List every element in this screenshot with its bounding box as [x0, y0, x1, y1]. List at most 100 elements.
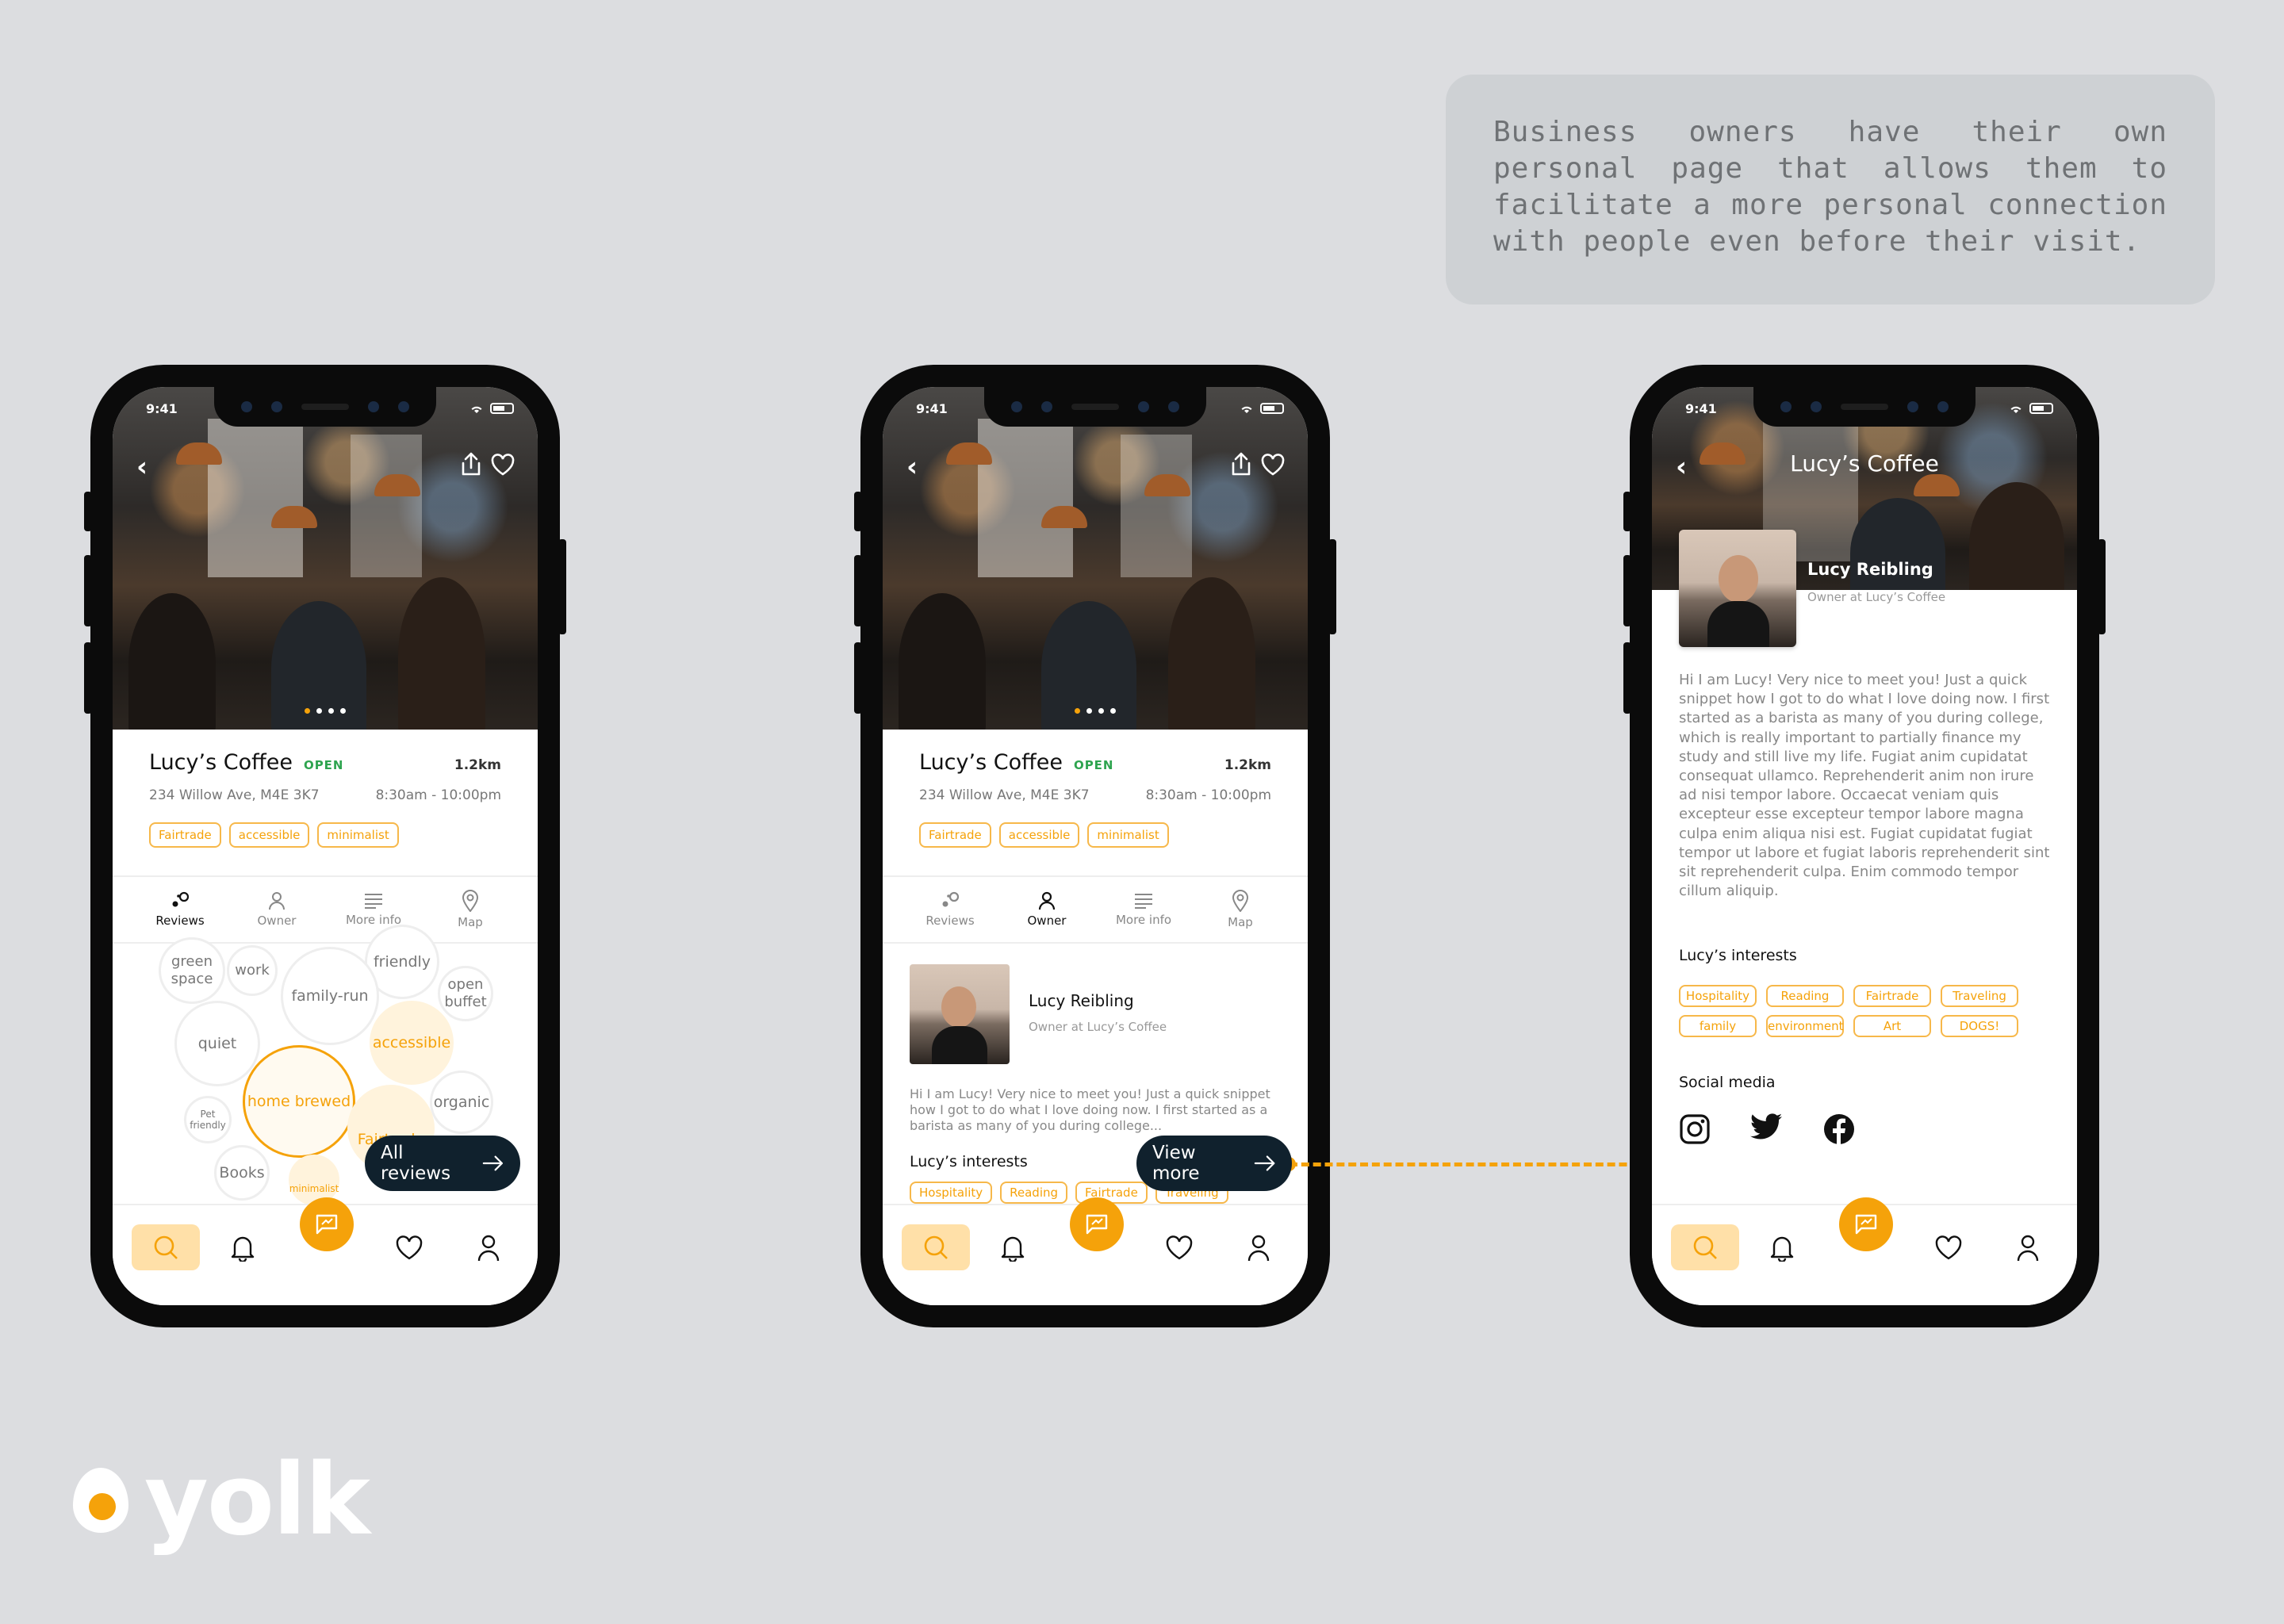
carousel-dots[interactable] — [1075, 708, 1116, 714]
distance: 1.2km — [454, 757, 501, 773]
person-icon — [1038, 891, 1056, 910]
tab-owner[interactable]: Owner — [1003, 877, 1090, 942]
nav-notifications[interactable] — [989, 1224, 1037, 1272]
interest-tag[interactable]: Hospitality — [910, 1182, 993, 1204]
social-title: Social media — [1679, 1074, 1776, 1091]
bubble[interactable]: family-run — [281, 947, 379, 1045]
nav-favorites[interactable] — [1925, 1224, 1972, 1272]
view-more-label: View more — [1152, 1143, 1200, 1184]
tab-label: Reviews — [925, 914, 975, 928]
owner-name: Lucy Reibling — [1807, 560, 1933, 579]
owner-avatar[interactable] — [910, 964, 1010, 1064]
cafe-photo[interactable] — [883, 387, 1308, 730]
place-info: Lucy’s Coffee OPEN 1.2km 234 Willow Ave,… — [113, 730, 538, 848]
all-reviews-button[interactable]: All reviews — [365, 1136, 520, 1191]
nav-profile[interactable] — [1235, 1224, 1282, 1272]
person-icon — [269, 892, 285, 910]
battery-icon — [1260, 403, 1284, 414]
nav-search[interactable] — [1671, 1224, 1739, 1270]
bubble[interactable]: Books — [214, 1145, 270, 1201]
nav-favorites[interactable] — [1155, 1224, 1203, 1272]
bubble[interactable]: green space — [159, 937, 225, 1004]
nav-chat[interactable] — [1839, 1197, 1893, 1251]
share-icon[interactable] — [460, 452, 482, 477]
bubble[interactable]: organic — [430, 1071, 493, 1134]
chat-icon — [1086, 1214, 1108, 1235]
phone-owner: 9:41 ‹ Lucy’s Coffee OPEN 1.2km 234 Will… — [854, 365, 1336, 1327]
tag-accessible[interactable]: accessible — [998, 822, 1080, 848]
tab-owner[interactable]: Owner — [233, 877, 320, 942]
owner-avatar[interactable] — [1679, 530, 1796, 647]
place-info: Lucy’s Coffee OPEN 1.2km 234 Willow Ave,… — [883, 730, 1308, 848]
back-icon[interactable]: ‹ — [906, 454, 918, 481]
bell-icon — [1001, 1236, 1025, 1262]
wifi-icon — [1241, 406, 1252, 413]
wifi-icon — [2010, 406, 2021, 413]
view-more-button[interactable]: View more — [1136, 1136, 1292, 1191]
bubble[interactable]: Pet friendly — [184, 1096, 232, 1143]
back-icon[interactable]: ‹ — [136, 454, 148, 481]
heart-icon[interactable] — [490, 454, 515, 476]
tab-reviews[interactable]: Reviews — [136, 877, 224, 942]
nav-chat[interactable] — [1070, 1197, 1124, 1251]
list-icon — [365, 894, 382, 909]
nav-search[interactable] — [902, 1224, 970, 1270]
twitter-icon[interactable] — [1750, 1113, 1784, 1142]
interest-tag[interactable]: family — [1679, 1015, 1757, 1037]
nav-search[interactable] — [132, 1224, 200, 1270]
owner-bio: Hi I am Lucy! Very nice to meet you! Jus… — [1679, 672, 2050, 900]
nav-notifications[interactable] — [1758, 1224, 1806, 1272]
open-badge: OPEN — [1073, 758, 1114, 772]
logo-wordmark: yolk — [144, 1443, 370, 1557]
nav-profile[interactable] — [2004, 1224, 2052, 1272]
tab-more-info[interactable]: More info — [1100, 877, 1187, 942]
tag-minimalist[interactable]: minimalist — [1087, 822, 1169, 848]
heart-icon[interactable] — [1260, 454, 1286, 476]
facebook-icon[interactable] — [1823, 1113, 1855, 1145]
bubble[interactable]: home brewed — [243, 1045, 355, 1158]
tag-fairtrade[interactable]: Fairtrade — [919, 822, 991, 848]
bubble[interactable]: open buffet — [438, 966, 493, 1021]
interest-tag[interactable]: DOGS! — [1941, 1015, 2018, 1037]
tab-map[interactable]: Map — [427, 877, 514, 942]
chat-icon — [1855, 1214, 1877, 1235]
instagram-icon[interactable] — [1679, 1113, 1711, 1145]
carousel-dots[interactable] — [305, 708, 346, 714]
tag-accessible[interactable]: accessible — [228, 822, 310, 848]
nav-profile[interactable] — [465, 1224, 512, 1272]
arrow-right-icon — [1254, 1155, 1275, 1171]
address: 234 Willow Ave, M4E 3K7 — [919, 787, 1090, 803]
interest-tag[interactable]: Fairtrade — [1853, 985, 1931, 1007]
nav-notifications[interactable] — [219, 1224, 266, 1272]
opening-hours: 8:30am - 10:00pm — [1145, 787, 1271, 803]
phone-reviews: 9:41 ‹ Lucy’s Coffee OPEN 1.2km 234 Will… — [84, 365, 566, 1327]
bottom-nav — [1652, 1197, 2077, 1305]
heart-icon — [396, 1235, 423, 1260]
owner-role: Owner at Lucy’s Coffee — [1029, 1020, 1167, 1034]
interest-tag[interactable]: Traveling — [1941, 985, 2018, 1007]
nav-chat[interactable] — [300, 1197, 354, 1251]
screen-reviews: 9:41 ‹ Lucy’s Coffee OPEN 1.2km 234 Will… — [113, 387, 538, 1305]
tag-minimalist[interactable]: minimalist — [317, 822, 399, 848]
interest-tag[interactable]: Reading — [1000, 1182, 1068, 1204]
interest-tag[interactable]: Hospitality — [1679, 985, 1757, 1007]
interest-tag[interactable]: environment — [1766, 1015, 1844, 1037]
bubble[interactable]: work — [227, 945, 278, 996]
interests-title: Lucy’s interests — [1679, 947, 1797, 964]
share-icon[interactable] — [1230, 452, 1252, 477]
opening-hours: 8:30am - 10:00pm — [375, 787, 501, 803]
cafe-photo[interactable] — [113, 387, 538, 730]
interest-tag[interactable]: Reading — [1766, 985, 1844, 1007]
bubble[interactable]: quiet — [174, 1001, 260, 1086]
tab-label: Owner — [1027, 914, 1067, 928]
owner-role: Owner at Lucy’s Coffee — [1807, 590, 1946, 604]
tab-map[interactable]: Map — [1197, 877, 1284, 942]
reviews-icon — [942, 891, 960, 907]
interest-tag[interactable]: Art — [1853, 1015, 1931, 1037]
search-icon — [924, 1235, 948, 1259]
tag-fairtrade[interactable]: Fairtrade — [149, 822, 221, 848]
tab-reviews[interactable]: Reviews — [906, 877, 994, 942]
bottom-nav — [113, 1197, 538, 1305]
nav-favorites[interactable] — [385, 1224, 433, 1272]
bubble[interactable]: accessible — [370, 1001, 454, 1085]
